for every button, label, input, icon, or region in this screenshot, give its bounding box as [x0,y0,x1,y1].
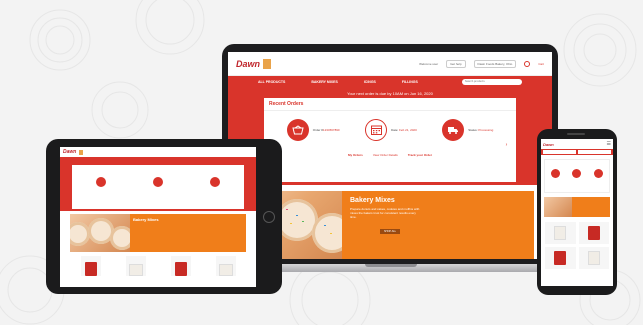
logo-text: Dawn [236,58,261,69]
delivery-truck-icon [442,119,465,141]
location-selector[interactable]: Dawn Foods Bakery, Ohio [473,59,517,68]
order-status-item[interactable]: Status: Processing [442,119,493,141]
phone-nav [541,149,613,155]
recent-orders-card: Recent Orders Order #1234567890 Date: Fe… [264,98,516,182]
product-tile[interactable] [545,222,576,244]
welcome-link[interactable]: Welcome user [419,62,438,66]
nav-bakery-mixes[interactable]: BAKERY MIXES [311,80,337,84]
phone-orders-card [544,159,610,193]
carousel-next-button[interactable]: › [503,142,510,149]
main-nav: ALL PRODUCTS BAKERY MIXES ICINGS FILLING… [228,76,552,87]
tablet-home-button [263,211,275,223]
hero-title: Bakery Mixes [133,217,159,222]
date-value: Feb 21, 2020 [399,128,417,132]
recent-orders-title: Recent Orders [264,98,516,111]
shopping-basket-icon[interactable] [95,177,106,187]
product-tile[interactable] [215,256,236,276]
bakery-mixes-banner[interactable] [544,197,610,217]
tablet-orders-card [72,165,244,209]
shopping-basket-icon[interactable] [551,169,561,178]
order-date-item[interactable]: Date: Feb 21, 2020 [365,119,417,141]
my-orders-link[interactable]: My Orders [348,153,363,157]
cart-link[interactable]: Cart [538,62,544,66]
dawn-logo[interactable]: Dawn [236,58,326,69]
calendar-icon[interactable] [572,169,582,178]
view-order-details-link[interactable]: View Order Details [373,153,398,157]
date-label: Date: [391,128,400,132]
product-tile[interactable] [545,247,576,269]
dawn-logo[interactable]: Dawn [63,149,76,155]
help-link[interactable]: Get help [446,59,466,68]
logo-badge-icon [79,149,84,155]
order-number-item[interactable]: Order #1234567890 [286,119,340,141]
order-links: My Orders View Order Details Track your … [264,153,516,157]
product-tile[interactable] [170,256,191,276]
track-order-link[interactable]: Track your Order [408,153,432,157]
product-tile[interactable] [578,222,609,244]
product-tile[interactable] [578,247,609,269]
donuts-image [544,197,572,217]
bakery-mixes-banner[interactable]: Bakery Mixes Prepare donuts and cakes, c… [246,191,534,259]
shopping-basket-icon [286,119,309,141]
status-value: Processing [478,128,494,132]
nav-pill[interactable] [543,150,576,154]
phone-screen: Dawn ☰ [541,139,613,286]
utility-links: Welcome user Get help Dawn Foods Bakery,… [419,59,544,68]
menu-icon[interactable]: ☰ [607,141,611,147]
laptop-notch [365,264,417,267]
nav-icings[interactable]: ICINGS [364,80,376,84]
delivery-truck-icon[interactable] [593,169,603,178]
order-due-notice: Your next order is due by 10AM on Jun 16… [347,91,433,96]
product-list [68,256,248,276]
product-tile[interactable] [80,256,101,276]
nav-fillings[interactable]: FILLINGS [402,80,418,84]
phone-header: Dawn ☰ [541,139,613,149]
tablet-screen: Dawn Bakery Mixes [60,147,256,287]
hero-title: Bakery Mixes [350,197,395,204]
hero-description: Prepare donuts and cakes, cookies and mu… [350,207,420,219]
status-label: Status: [468,128,479,132]
calendar-icon[interactable] [152,177,163,187]
product-list [545,222,609,269]
phone-speaker [567,133,585,135]
order-value[interactable]: 1234567890 [323,128,340,132]
laptop-header: Dawn Welcome user Get help Dawn Foods Ba… [228,52,552,76]
user-icon[interactable] [524,60,531,67]
tablet-header: Dawn [60,147,256,157]
donuts-image [70,214,130,252]
dawn-logo[interactable]: Dawn [543,142,554,147]
product-tile[interactable] [125,256,146,276]
logo-badge-icon [263,58,272,69]
delivery-truck-icon[interactable] [210,177,221,187]
shop-all-button[interactable]: SHOP ALL [380,229,401,234]
nav-all-products[interactable]: ALL PRODUCTS [258,80,285,84]
calendar-icon [365,119,388,141]
search-input[interactable]: Search products [462,78,522,85]
tablet-orders-section [60,161,256,211]
nav-pill[interactable] [578,150,611,154]
order-label: Order # [312,128,323,132]
bakery-mixes-banner[interactable]: Bakery Mixes [70,214,246,252]
